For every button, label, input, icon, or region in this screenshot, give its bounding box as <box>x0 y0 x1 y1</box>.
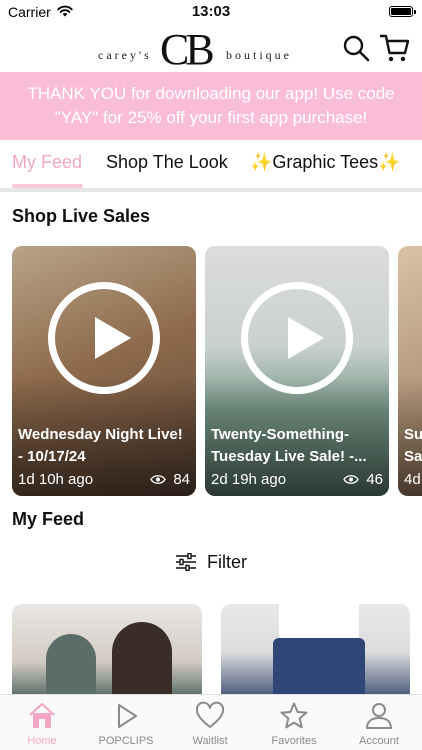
category-tabs: My Feed Shop The Look ✨Graphic Tees✨ <box>0 140 422 192</box>
promo-banner[interactable]: THANK YOU for downloading our app! Use c… <box>0 72 422 140</box>
play-icon[interactable] <box>241 282 353 394</box>
nav-home[interactable]: Home <box>0 695 84 750</box>
nav-label: Favorites <box>271 735 317 747</box>
product-photo <box>112 622 172 700</box>
live-sale-title: Twenty-Something-Tuesday Live Sale! -... <box>211 426 367 465</box>
nav-label: Home <box>27 735 57 747</box>
live-sales-carousel[interactable]: Wednesday Night Live! - 10/17/24 1d 10h … <box>0 246 422 496</box>
search-icon[interactable] <box>342 34 370 62</box>
feed-product-tile[interactable] <box>221 604 410 700</box>
nav-label: POPCLIPS <box>98 735 154 747</box>
live-sale-card[interactable]: Su Sa 4d <box>398 246 422 496</box>
star-icon <box>280 702 308 729</box>
filter-label: Filter <box>207 552 247 572</box>
live-sale-age: 4d <box>404 471 421 488</box>
live-sale-card[interactable]: Wednesday Night Live! - 10/17/24 1d 10h … <box>12 246 196 496</box>
nav-label: Account <box>359 735 399 747</box>
play-icon <box>118 704 137 728</box>
live-sale-views: 84 <box>173 471 190 488</box>
live-sale-age: 1d 10h ago <box>18 471 94 488</box>
play-icon[interactable] <box>48 282 160 394</box>
live-sale-views: 46 <box>366 471 383 488</box>
bottom-tab-bar: Home POPCLIPS Waitlist Favorites Account <box>0 694 422 750</box>
nav-favorites[interactable]: Favorites <box>252 695 336 750</box>
sliders-icon <box>176 553 196 571</box>
home-icon <box>29 702 55 728</box>
status-bar: Carrier 13:03 <box>0 0 422 24</box>
live-sale-title: Su Sa <box>404 426 422 465</box>
live-sale-age: 2d 19h ago <box>211 471 287 488</box>
person-icon <box>366 703 392 729</box>
feed-product-tile[interactable] <box>12 604 202 700</box>
heart-icon <box>195 701 225 728</box>
product-photo <box>46 634 96 700</box>
brand-logo[interactable]: carey's CB boutique <box>98 25 298 74</box>
logo-text-left: carey's <box>98 48 152 62</box>
tab-my-feed[interactable]: My Feed <box>12 152 82 173</box>
status-time: 13:03 <box>191 3 231 20</box>
tab-graphic-tees[interactable]: ✨Graphic Tees✨ <box>250 152 401 173</box>
product-photo <box>273 638 365 700</box>
active-tab-indicator <box>12 184 83 188</box>
battery-icon <box>389 6 416 17</box>
nav-waitlist[interactable]: Waitlist <box>168 695 252 750</box>
tab-shop-the-look[interactable]: Shop The Look <box>106 152 228 173</box>
feed-heading: My Feed <box>12 509 85 529</box>
promo-text: THANK YOU for downloading our app! Use c… <box>27 84 395 127</box>
eye-icon <box>343 475 359 484</box>
cart-icon[interactable] <box>380 33 410 63</box>
logo-text-right: boutique <box>226 48 292 62</box>
live-sales-heading: Shop Live Sales <box>12 206 151 226</box>
eye-icon <box>150 475 166 484</box>
app-header: carey's CB boutique <box>0 24 422 74</box>
nav-popclips[interactable]: POPCLIPS <box>84 695 168 750</box>
logo-monogram: CB <box>160 25 215 74</box>
live-sale-title: Wednesday Night Live! - 10/17/24 <box>18 426 183 465</box>
nav-label: Waitlist <box>192 735 228 747</box>
nav-account[interactable]: Account <box>337 695 421 750</box>
live-sale-card[interactable]: Twenty-Something-Tuesday Live Sale! -...… <box>205 246 389 496</box>
